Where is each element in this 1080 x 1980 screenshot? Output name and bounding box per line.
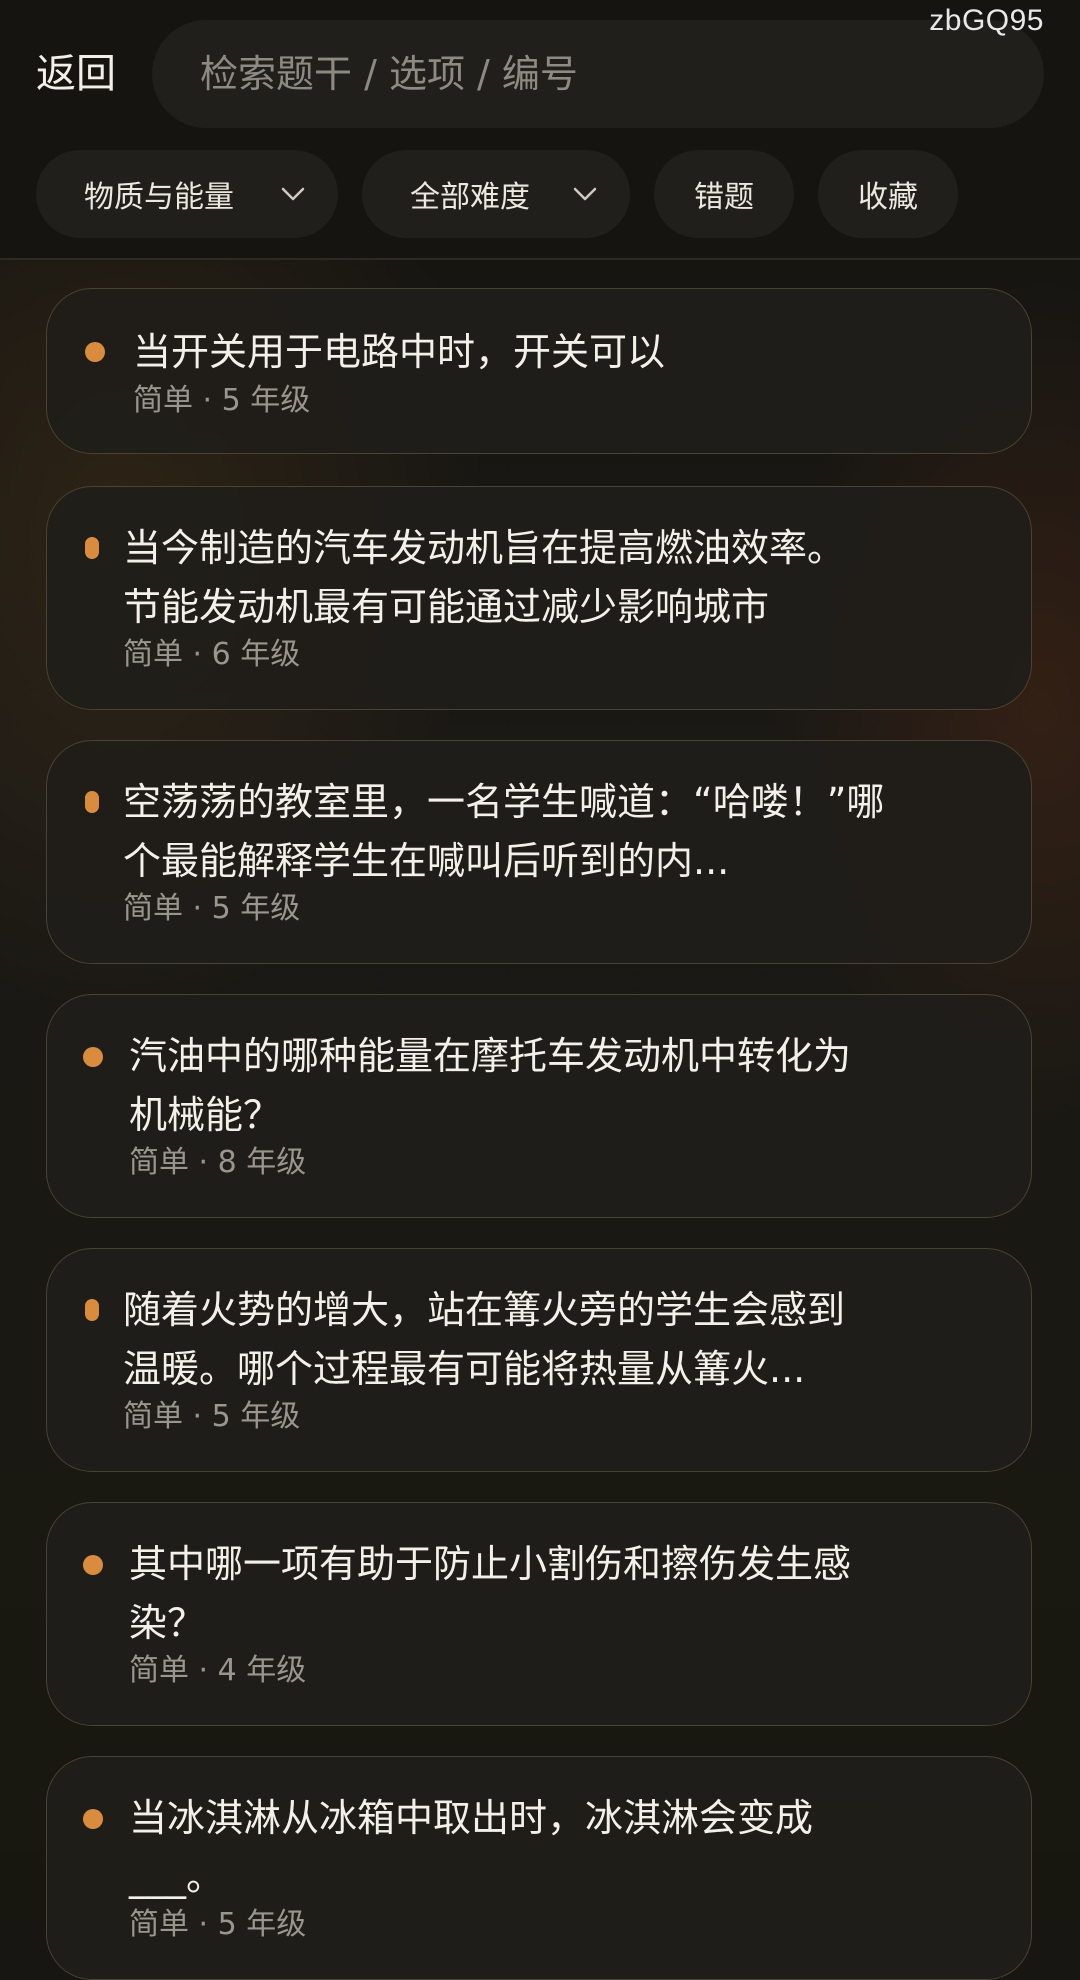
bullet-dot-icon [83, 1047, 103, 1067]
question-title-line: 当开关用于电路中时，开关可以 [133, 330, 666, 374]
filter-bar: 物质与能量 全部难度 错题 收藏 [36, 150, 958, 238]
subject-filter[interactable]: 物质与能量 [36, 150, 338, 238]
bullet-dot-icon [85, 342, 105, 362]
question-meta: 简单 · 6 年级 [123, 637, 301, 672]
question-title-line: 当冰淇淋从冰箱中取出时，冰淇淋会变成 [129, 1796, 814, 1840]
chevron-down-icon [573, 187, 597, 201]
difficulty-filter-label: 全部难度 [410, 180, 530, 215]
question-title: 汽油中的哪种能量在摩托车发动机中转化为 机械能？ [129, 1027, 999, 1145]
bullet-dot-icon [85, 537, 99, 559]
question-title: 其中哪一项有助于防止小割伤和擦伤发生感 染？ [129, 1535, 999, 1653]
question-title-line: 机械能？ [129, 1093, 282, 1137]
difficulty-filter[interactable]: 全部难度 [362, 150, 630, 238]
question-title: 随着火势的增大，站在篝火旁的学生会感到 温暖。哪个过程最有可能将热量从篝火... [123, 1281, 993, 1399]
search-box[interactable] [152, 20, 1044, 128]
question-title-line: 个最能解释学生在喊叫后听到的内... [123, 839, 730, 883]
question-title: 当开关用于电路中时，开关可以 [133, 323, 1003, 382]
question-card[interactable]: 汽油中的哪种能量在摩托车发动机中转化为 机械能？ 简单 · 8 年级 [46, 994, 1032, 1218]
bullet-dot-icon [83, 1809, 103, 1829]
question-card[interactable]: 空荡荡的教室里，一名学生喊道：“哈喽！”哪 个最能解释学生在喊叫后听到的内...… [46, 740, 1032, 964]
question-meta: 简单 · 5 年级 [133, 383, 311, 418]
question-card[interactable]: 当开关用于电路中时，开关可以 简单 · 5 年级 [46, 288, 1032, 454]
question-title-line: ___。 [129, 1855, 225, 1899]
header: 返回 物质与能量 全部难度 错题 收藏 [0, 0, 1080, 260]
question-card[interactable]: 随着火势的增大，站在篝火旁的学生会感到 温暖。哪个过程最有可能将热量从篝火...… [46, 1248, 1032, 1472]
question-title-line: 汽油中的哪种能量在摩托车发动机中转化为 [129, 1034, 852, 1078]
bullet-dot-icon [85, 1299, 99, 1321]
question-meta: 简单 · 5 年级 [123, 891, 301, 926]
chevron-down-icon [281, 187, 305, 201]
question-title-line: 当今制造的汽车发动机旨在提高燃油效率。 [123, 526, 846, 570]
question-card[interactable]: 其中哪一项有助于防止小割伤和擦伤发生感 染？ 简单 · 4 年级 [46, 1502, 1032, 1726]
question-card[interactable]: 当冰淇淋从冰箱中取出时，冰淇淋会变成 ___。 简单 · 5 年级 [46, 1756, 1032, 1980]
question-title-line: 其中哪一项有助于防止小割伤和擦伤发生感 [129, 1542, 852, 1586]
favorites-filter[interactable]: 收藏 [818, 150, 958, 238]
question-title: 当今制造的汽车发动机旨在提高燃油效率。 节能发动机最有可能通过减少影响城市 [123, 519, 993, 637]
back-button[interactable]: 返回 [36, 46, 116, 102]
question-title-line: 随着火势的增大，站在篝火旁的学生会感到 [123, 1288, 846, 1332]
question-title-line: 空荡荡的教室里，一名学生喊道：“哈喽！”哪 [123, 780, 885, 824]
question-meta: 简单 · 4 年级 [129, 1653, 307, 1688]
bullet-dot-icon [85, 791, 99, 813]
question-title-line: 染？ [129, 1601, 206, 1645]
subject-filter-label: 物质与能量 [84, 180, 234, 215]
watermark: zbGQ95 [929, 4, 1044, 37]
question-meta: 简单 · 8 年级 [129, 1145, 307, 1180]
bullet-dot-icon [83, 1555, 103, 1575]
wrong-questions-filter[interactable]: 错题 [654, 150, 794, 238]
question-title: 空荡荡的教室里，一名学生喊道：“哈喽！”哪 个最能解释学生在喊叫后听到的内... [123, 773, 1023, 891]
question-title-line: 节能发动机最有可能通过减少影响城市 [123, 585, 770, 629]
question-title: 当冰淇淋从冰箱中取出时，冰淇淋会变成 ___。 [129, 1789, 999, 1907]
question-meta: 简单 · 5 年级 [129, 1907, 307, 1942]
question-meta: 简单 · 5 年级 [123, 1399, 301, 1434]
question-card[interactable]: 当今制造的汽车发动机旨在提高燃油效率。 节能发动机最有可能通过减少影响城市 简单… [46, 486, 1032, 710]
search-input[interactable] [152, 51, 1022, 97]
question-title-line: 温暖。哪个过程最有可能将热量从篝火... [123, 1347, 806, 1391]
